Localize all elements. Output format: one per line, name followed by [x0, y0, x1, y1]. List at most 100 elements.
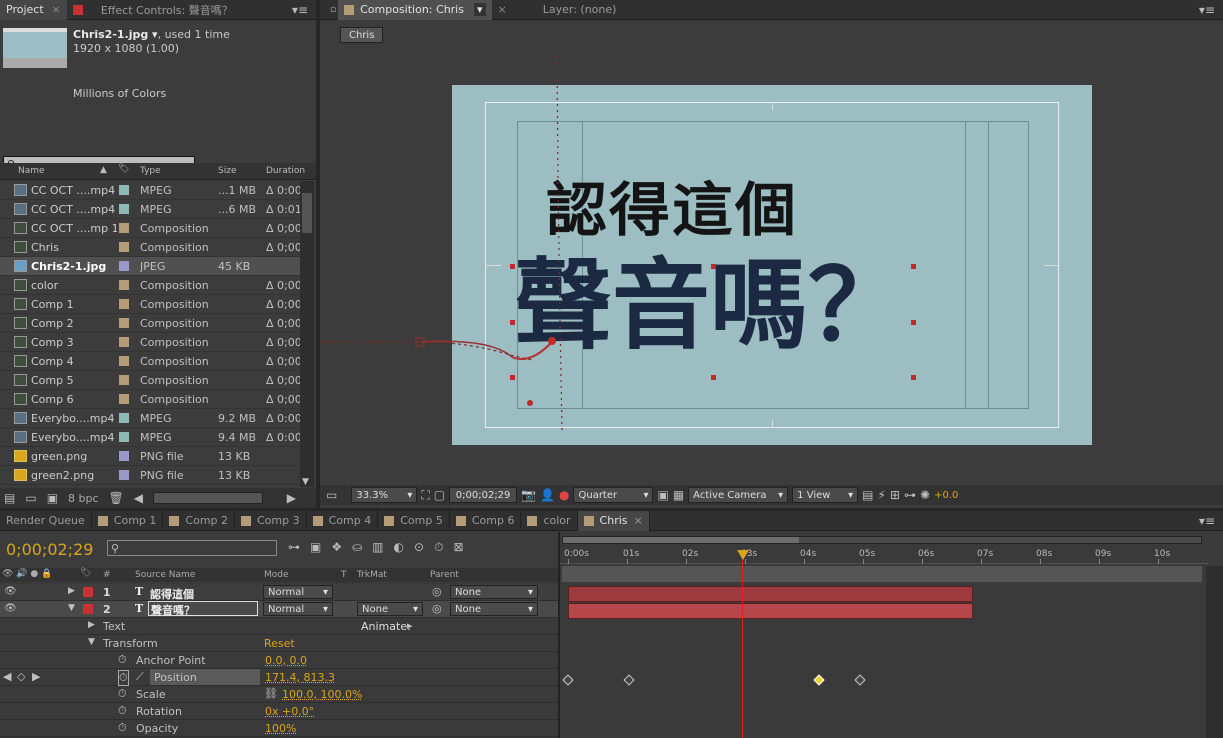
stopwatch-icon[interactable]: ⏱ — [118, 704, 127, 718]
label-color-swatch[interactable] — [119, 451, 129, 461]
playhead-icon[interactable] — [737, 550, 749, 560]
label-color-swatch[interactable] — [119, 432, 129, 442]
timeline-tab[interactable]: color — [521, 510, 578, 531]
exposure-icon[interactable]: ✺ — [920, 488, 930, 502]
new-folder-icon[interactable]: ▭ — [25, 491, 36, 505]
tab-effect-controls[interactable]: Effect Controls: 聲音嗎？ — [67, 0, 239, 20]
label-color-swatch[interactable] — [119, 394, 129, 404]
eye-icon[interactable]: 👁 — [4, 603, 17, 614]
dropdown-icon[interactable]: ▾ — [473, 3, 486, 16]
col-name[interactable]: Name — [18, 166, 45, 176]
project-scrollbar[interactable]: ▼ — [300, 181, 314, 487]
project-item[interactable]: CC OCT ....mp4 MPEG ...1 MB Δ 0:00 — [0, 181, 300, 200]
fit-icon[interactable]: ⛶ — [421, 488, 429, 503]
label-tag-icon[interactable]: 🏷 — [118, 164, 129, 174]
time-graph[interactable]: 0:00s 01s 02s 03s 04s 05s 06s 07s 08s 09s 10s — [558, 532, 1208, 738]
label-color-swatch[interactable] — [119, 280, 129, 290]
parent-dropdown[interactable]: None ▾ — [450, 602, 538, 616]
col-t[interactable]: T — [341, 570, 347, 580]
layer-name[interactable]: 聲音嗎？ — [148, 601, 258, 617]
timeline-search-input[interactable]: ⚲ — [107, 540, 277, 556]
eye-icon[interactable]: 👁 — [4, 586, 17, 597]
lock-icon[interactable]: ▫ — [330, 5, 336, 15]
playhead-line[interactable] — [742, 558, 743, 738]
graph-editor-icon[interactable]: ⊠ — [453, 540, 463, 555]
panel-menu-icon[interactable]: ▾≡ — [292, 3, 308, 17]
expand-icon[interactable]: ▶ — [68, 586, 75, 596]
tab-layer[interactable]: Layer: (none) — [537, 0, 623, 20]
rotation-value[interactable]: 0x +0.0° — [265, 705, 314, 718]
always-preview-icon[interactable]: ▭ — [326, 488, 337, 502]
project-item[interactable]: color Composition Δ 0;00 — [0, 276, 300, 295]
trkmat-dropdown[interactable]: None ▾ — [357, 602, 423, 616]
col-number[interactable]: # — [103, 570, 111, 580]
anchor-point-value[interactable]: 0.0, 0.0 — [265, 654, 307, 667]
keyframe-selected[interactable] — [813, 674, 825, 686]
av-features-icon[interactable]: 👁 🔊 ● 🔒 — [2, 569, 52, 579]
new-comp-icon[interactable]: ▣ — [47, 491, 58, 505]
live-update-icon[interactable]: ▣ — [310, 540, 321, 555]
stopwatch-icon[interactable]: ⏱ — [118, 721, 127, 735]
prev-keyframe-icon[interactable]: ◀ — [3, 670, 11, 683]
comp-breadcrumb[interactable]: Chris — [340, 27, 384, 43]
stopwatch-active-icon[interactable]: ⏱ — [118, 670, 129, 686]
keyframe[interactable] — [854, 674, 866, 686]
timeline-tab[interactable]: Chris × — [577, 510, 650, 531]
work-area-range[interactable] — [562, 566, 1202, 582]
transparency-grid-icon[interactable]: ▦ — [673, 488, 684, 502]
resolution-dropdown[interactable]: Quarter ▾ — [573, 487, 654, 503]
col-mode[interactable]: Mode — [264, 570, 289, 580]
project-item[interactable]: green.png PNG file 13 KB — [0, 447, 300, 466]
mode-dropdown[interactable]: Normal ▾ — [263, 602, 333, 616]
label-color-swatch[interactable] — [119, 356, 129, 366]
channel-icon[interactable]: ● — [559, 488, 569, 502]
opacity-value[interactable]: 100% — [265, 722, 296, 735]
close-icon[interactable]: × — [634, 514, 643, 527]
position-row[interactable]: ◀ ◇ ▶ ⏱ ⟋ Position 171.4, 813.3 — [0, 669, 558, 686]
show-snapshot-icon[interactable]: 👤 — [540, 488, 555, 502]
layer-handle[interactable] — [711, 264, 716, 269]
tab-project[interactable]: Project × — [0, 0, 67, 20]
fast-preview-icon[interactable]: ⚡ — [878, 488, 886, 502]
toggle-pixel-icon[interactable]: ▤ — [862, 488, 873, 502]
col-duration[interactable]: Duration — [266, 166, 305, 176]
project-item[interactable]: Chris Composition Δ 0;00 — [0, 238, 300, 257]
comp-viewer[interactable]: + 認得這個 聲音嗎？ — [452, 85, 1092, 445]
label-tag-icon[interactable]: 🏷 — [80, 568, 91, 578]
reset-button[interactable]: Reset — [264, 637, 295, 650]
keyframe[interactable] — [562, 674, 574, 686]
draft-3d-icon[interactable]: ❖ — [331, 540, 342, 555]
project-item[interactable]: Comp 5 Composition Δ 0;00 — [0, 371, 300, 390]
close-icon[interactable]: × — [52, 3, 61, 16]
flowchart-icon[interactable]: ⊶ — [904, 488, 916, 502]
frame-blending-icon[interactable]: ▥ — [372, 540, 383, 555]
collapse-icon[interactable]: ▼ — [68, 603, 75, 613]
layer-label-color[interactable] — [83, 604, 93, 614]
layer-handle[interactable] — [911, 264, 916, 269]
label-color-swatch[interactable] — [119, 242, 129, 252]
comp-text-line1[interactable]: 認得這個 — [546, 163, 798, 247]
project-item[interactable]: Comp 3 Composition Δ 0;00 — [0, 333, 300, 352]
auto-keyframe-icon[interactable]: ⏱ — [434, 540, 443, 555]
camera-dropdown[interactable]: Active Camera ▾ — [688, 487, 789, 503]
col-source-name[interactable]: Source Name — [135, 570, 195, 580]
panel-menu-icon[interactable]: ▾≡ — [1199, 514, 1215, 528]
anchor-point-row[interactable]: ⏱ Anchor Point 0.0, 0.0 — [0, 652, 558, 669]
current-time-field[interactable]: 0;00;02;29 — [449, 487, 518, 503]
comp-text-line2[interactable]: 聲音嗎？ — [514, 257, 906, 355]
layer-bar-1[interactable] — [568, 586, 973, 602]
hide-shy-icon[interactable]: ⛀ — [352, 540, 362, 555]
timeline-tab[interactable]: Comp 3 — [235, 510, 307, 531]
timeline-tab[interactable]: Comp 4 — [307, 510, 379, 531]
project-item[interactable]: green2.png PNG file 13 KB — [0, 466, 300, 485]
snapshot-icon[interactable]: 📷 — [521, 488, 536, 502]
label-color-swatch[interactable] — [119, 261, 129, 271]
rotation-row[interactable]: ⏱ Rotation 0x +0.0° — [0, 703, 558, 720]
col-trkmat[interactable]: TrkMat — [357, 570, 387, 580]
layer-name[interactable]: 認得這個 — [150, 586, 194, 602]
view-layout-dropdown[interactable]: 1 View ▾ — [792, 487, 859, 503]
parent-dropdown[interactable]: None ▾ — [450, 585, 538, 599]
link-icon[interactable]: ⛓ — [264, 687, 278, 700]
col-parent[interactable]: Parent — [430, 570, 459, 580]
position-value[interactable]: 171.4, 813.3 — [265, 671, 335, 684]
